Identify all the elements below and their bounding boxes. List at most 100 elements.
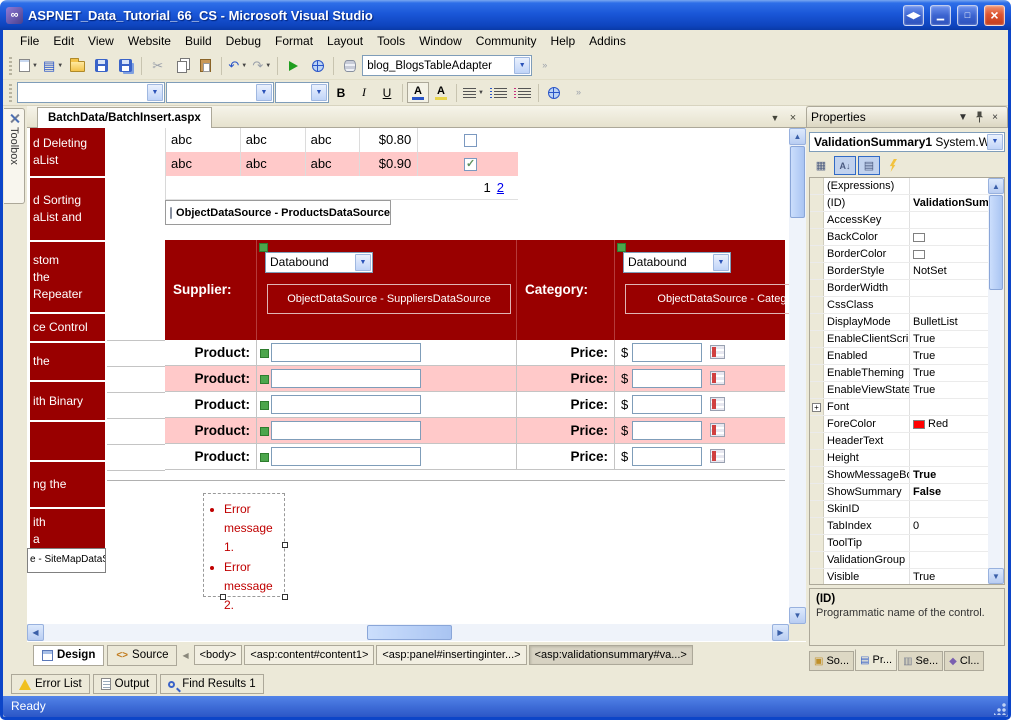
pager-page-link[interactable]: 2 [497,180,504,195]
bullet-list-button[interactable] [487,82,510,104]
menu-item-debug[interactable]: Debug [219,31,268,51]
maximize-button[interactable]: □ [957,4,978,26]
databound-icon[interactable] [260,427,269,436]
property-row[interactable]: BorderColor [810,246,1004,263]
property-row[interactable]: BorderWidth [810,280,1004,297]
save-button[interactable] [90,55,113,77]
class-view-tab[interactable]: ◆ Cl... [944,651,985,671]
property-row[interactable]: ToolTip [810,535,1004,552]
start-debug-button[interactable] [282,55,305,77]
font-size-combo[interactable]: ▼ [275,82,329,103]
toolbar-grip[interactable] [9,56,12,75]
scroll-down-button[interactable]: ▼ [988,568,1004,584]
tag-scroll-left-button[interactable]: ◀ [182,651,188,660]
cut-button[interactable]: ✂ [146,55,169,77]
style-combo[interactable]: ▼ [17,82,165,103]
scroll-left-button[interactable]: ◀ [27,624,44,641]
menu-item-tools[interactable]: Tools [370,31,412,51]
property-row[interactable]: Enabled True [810,348,1004,365]
validation-summary-control[interactable]: Error message 1.Error message 2. [203,493,288,612]
row-checkbox[interactable] [464,133,478,147]
dropdown-arrow-icon[interactable]: ▼ [355,254,371,271]
property-row[interactable]: CssClass [810,297,1004,314]
property-row[interactable]: ValidationGroup [810,552,1004,569]
toolbar-grip[interactable] [9,83,12,102]
products-gridview[interactable]: abc abc abc $0.80 abc abc abc $0.90 ✓ 1 2 [165,128,518,200]
document-close-button[interactable]: × [786,111,800,125]
properties-header[interactable]: Properties ▼ × [806,106,1008,128]
property-row[interactable]: ShowSummary False [810,484,1004,501]
tag-crumb[interactable]: <body> [193,645,243,665]
add-item-button[interactable]: ▤ ▼ [41,55,65,77]
minimize-button[interactable]: ▁ [930,4,951,26]
insert-form-table[interactable]: Supplier: Databound ▼ ObjectDataSource - … [165,240,789,470]
menu-item-help[interactable]: Help [543,31,582,51]
property-row[interactable]: EnableClientScri True [810,331,1004,348]
hyperlink-button[interactable] [543,82,566,104]
events-button[interactable] [882,156,904,175]
window-menu-button[interactable]: ▼ [955,110,971,125]
bold-button[interactable]: B [330,82,352,103]
scroll-up-button[interactable]: ▲ [988,178,1004,194]
font-color-button[interactable]: A [407,82,429,103]
scroll-thumb[interactable] [989,195,1003,290]
property-row[interactable]: DisplayMode BulletList [810,314,1004,331]
scroll-down-button[interactable]: ▼ [789,607,806,624]
toolbar-overflow-button[interactable]: » [533,55,556,77]
databound-icon[interactable] [260,401,269,410]
menu-item-addins[interactable]: Addins [582,31,633,51]
nav-item[interactable]: ith a [30,509,105,553]
document-tab[interactable]: BatchData/BatchInsert.aspx [37,107,212,128]
tag-crumb[interactable]: <asp:content#content1> [244,645,375,665]
align-button[interactable]: ▼ [461,82,486,104]
categorized-button[interactable]: ▦ [810,156,832,175]
price-textbox[interactable] [632,369,702,388]
price-textbox[interactable] [632,343,702,362]
smart-tag-icon[interactable] [617,243,626,252]
resize-grip[interactable] [994,703,1006,715]
view-in-browser-button[interactable] [306,55,329,77]
property-row[interactable]: Visible True [810,569,1004,584]
nav-item[interactable]: ce Control [30,314,105,341]
nav-item[interactable]: ng the [30,462,105,507]
window-nav-button[interactable]: ◀▶ [903,4,924,26]
property-row[interactable]: SkinID [810,501,1004,518]
category-dropdown[interactable]: Databound ▼ [623,252,731,273]
properties-tab[interactable]: ▤ Pr... [855,649,898,671]
undo-button[interactable]: ↶ ▼ [226,55,249,77]
product-textbox[interactable] [271,343,421,362]
property-row[interactable]: + Font [810,399,1004,416]
horizontal-scrollbar[interactable]: ◀ ▶ [27,624,789,641]
pin-button[interactable] [971,110,987,125]
close-button[interactable]: × [984,4,1005,26]
property-row[interactable]: EnableViewState True [810,382,1004,399]
combo-dropdown-icon[interactable]: ▼ [147,84,163,101]
price-textbox[interactable] [632,421,702,440]
nav-item[interactable]: d Deleting aList [30,128,105,176]
property-row[interactable]: (ID) ValidationSum [810,195,1004,212]
property-row[interactable]: BorderStyle NotSet [810,263,1004,280]
dropdown-arrow-icon[interactable]: ▼ [713,254,729,271]
combo-dropdown-icon[interactable]: ▼ [987,134,1003,150]
vertical-scroll-thumb[interactable] [790,146,805,218]
menu-item-window[interactable]: Window [412,31,469,51]
property-row[interactable]: (Expressions) [810,178,1004,195]
tag-crumb[interactable]: <asp:validationsummary#va...> [528,645,693,665]
databound-icon[interactable] [260,349,269,358]
horizontal-scroll-thumb[interactable] [367,625,452,640]
suppliers-objectdatasource[interactable]: ObjectDataSource - SuppliersDataSource [267,284,511,314]
properties-view-button[interactable]: ▤ [858,156,880,175]
object-selector-combo[interactable]: ValidationSummary1 System.We ▼ [809,132,1005,152]
nav-item[interactable]: d Sorting aList and [30,178,105,240]
font-combo[interactable]: ▼ [166,82,274,103]
vertical-scrollbar[interactable]: ▲ ▼ [789,128,806,624]
menu-item-community[interactable]: Community [469,31,544,51]
expand-icon[interactable]: + [812,402,821,412]
italic-button[interactable]: I [353,82,375,103]
numbered-list-button[interactable] [511,82,534,104]
product-textbox[interactable] [271,447,421,466]
document-list-button[interactable]: ▼ [768,111,782,125]
title-bar[interactable]: ∞ ASPNET_Data_Tutorial_66_CS - Microsoft… [0,0,1011,30]
error-list-tab[interactable]: Error List [11,674,90,694]
paste-button[interactable] [194,55,217,77]
